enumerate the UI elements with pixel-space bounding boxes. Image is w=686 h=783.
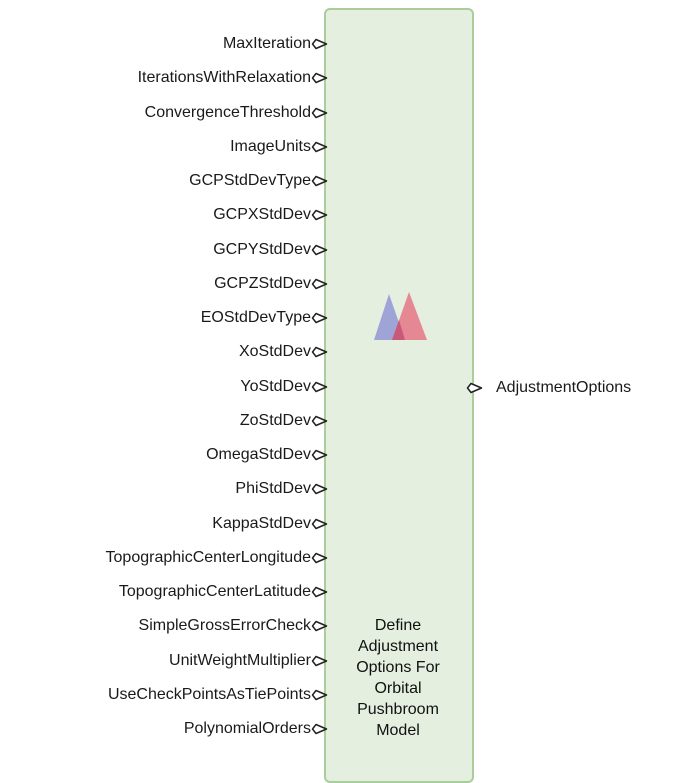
input-port-label: GCPYStdDev: [213, 240, 311, 258]
input-port-label: GCPZStdDev: [214, 274, 311, 292]
input-port-label: PolynomialOrders: [183, 720, 311, 737]
input-port-label: KappaStdDev: [212, 514, 311, 532]
input-port[interactable]: MaxIteration: [0, 33, 345, 55]
input-port-label: ConvergenceThreshold: [144, 103, 311, 121]
input-port-label: TopographicCenterLatitude: [118, 583, 311, 600]
port-connector-icon[interactable]: [311, 107, 328, 119]
port-connector-icon[interactable]: [311, 723, 328, 735]
input-port[interactable]: GCPYStdDev: [0, 239, 345, 261]
input-port-label: YoStdDev: [240, 377, 311, 395]
port-connector-icon[interactable]: [311, 38, 328, 50]
port-connector-icon[interactable]: [311, 346, 328, 358]
input-port[interactable]: OmegaStdDev: [0, 444, 345, 466]
port-connector-icon[interactable]: [311, 415, 328, 427]
port-connector-icon[interactable]: [311, 278, 328, 290]
port-connector-icon[interactable]: [311, 586, 328, 598]
input-port-label: GCPStdDevType: [189, 172, 311, 189]
output-port[interactable]: AdjustmentOptions: [464, 377, 686, 399]
port-connector-icon[interactable]: [311, 689, 328, 701]
input-port[interactable]: TopographicCenterLongitude: [0, 547, 345, 569]
input-port-label: OmegaStdDev: [206, 446, 311, 463]
port-connector-icon[interactable]: [466, 382, 483, 394]
input-port[interactable]: IterationsWithRelaxation: [0, 67, 345, 89]
input-port-label: MaxIteration: [222, 35, 311, 52]
port-connector-icon[interactable]: [311, 209, 328, 221]
port-connector-icon[interactable]: [311, 620, 328, 632]
input-port[interactable]: GCPXStdDev: [0, 204, 345, 226]
input-port-label: EOStdDevType: [200, 309, 311, 326]
input-port[interactable]: PhiStdDev: [0, 478, 345, 500]
input-port-label: UnitWeightMultiplier: [169, 651, 311, 669]
port-connector-icon[interactable]: [311, 141, 328, 153]
input-port-label: ImageUnits: [230, 137, 311, 155]
port-connector-icon[interactable]: [311, 655, 328, 667]
input-port[interactable]: EOStdDevType: [0, 307, 345, 329]
input-port-label: GCPXStdDev: [213, 206, 311, 224]
input-port[interactable]: ImageUnits: [0, 136, 345, 158]
input-port[interactable]: YoStdDev: [0, 376, 345, 398]
input-port-label: SimpleGrossErrorCheck: [138, 617, 311, 635]
input-port[interactable]: UseCheckPointsAsTiePoints: [0, 684, 345, 706]
port-connector-icon[interactable]: [311, 552, 328, 564]
input-port[interactable]: TopographicCenterLatitude: [0, 581, 345, 603]
output-port-label: AdjustmentOptions: [496, 379, 632, 396]
port-connector-icon[interactable]: [311, 175, 328, 187]
port-connector-icon[interactable]: [311, 72, 328, 84]
input-port-label: PhiStdDev: [235, 480, 311, 498]
input-port[interactable]: KappaStdDev: [0, 513, 345, 535]
input-port[interactable]: PolynomialOrders: [0, 718, 345, 740]
input-port-label: UseCheckPointsAsTiePoints: [107, 685, 311, 703]
port-connector-icon[interactable]: [311, 381, 328, 393]
input-port[interactable]: XoStdDev: [0, 341, 345, 363]
port-connector-icon[interactable]: [311, 518, 328, 530]
input-port[interactable]: UnitWeightMultiplier: [0, 650, 345, 672]
port-connector-icon[interactable]: [311, 483, 328, 495]
port-connector-icon[interactable]: [311, 244, 328, 256]
input-port[interactable]: GCPZStdDev: [0, 273, 345, 295]
input-port-label: ZoStdDev: [239, 411, 311, 429]
input-port[interactable]: SimpleGrossErrorCheck: [0, 615, 345, 637]
input-port[interactable]: ZoStdDev: [0, 410, 345, 432]
input-port-label: TopographicCenterLongitude: [105, 548, 311, 566]
port-connector-icon[interactable]: [311, 449, 328, 461]
input-port[interactable]: ConvergenceThreshold: [0, 102, 345, 124]
input-port-label: IterationsWithRelaxation: [137, 69, 311, 87]
input-port-label: XoStdDev: [238, 343, 311, 361]
input-port[interactable]: GCPStdDevType: [0, 170, 345, 192]
port-connector-icon[interactable]: [311, 312, 328, 324]
